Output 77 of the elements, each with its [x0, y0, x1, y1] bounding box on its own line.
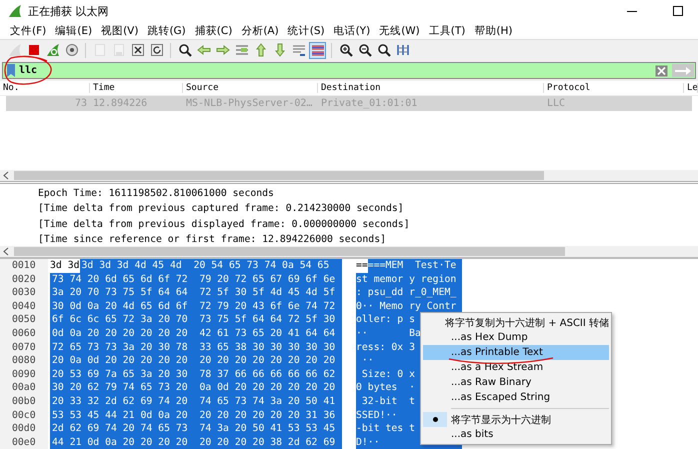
- context-menu-item[interactable]: ...as Escaped String: [423, 390, 609, 405]
- selected-hex-bytes[interactable]: 6f 6c 6c 65 72 3a 20 70 73 75 5f 64 64 72 5f 30: [50, 313, 342, 327]
- menu-item[interactable]: 捕获(C): [194, 24, 232, 38]
- column-header[interactable]: Le: [684, 83, 698, 93]
- context-menu-item[interactable]: ...as bits: [423, 427, 609, 442]
- hex-offset: 0020: [0, 272, 48, 286]
- selected-hex-bytes[interactable]: 0d 0a 20 20 20 20 20 20 42 61 73 65 20 41 64 64: [50, 326, 342, 341]
- column-header[interactable]: Source: [183, 83, 318, 93]
- hex-offset: 0010: [0, 259, 48, 273]
- reload-button[interactable]: [148, 42, 165, 58]
- selected-hex-bytes[interactable]: 53 53 45 44 21 0d 0a 20 20 20 20 20 20 20 31 36: [50, 408, 342, 422]
- window-title: 正在捕获 以太网: [28, 4, 108, 18]
- colorize-button[interactable]: [309, 42, 326, 58]
- hex-offset: 0040: [0, 300, 48, 314]
- detail-line[interactable]: [Time delta from previous displayed frame: 0.000000000 seconds]: [0, 216, 698, 232]
- horizontal-scrollbar[interactable]: [0, 170, 698, 181]
- horizontal-scrollbar[interactable]: [0, 246, 698, 259]
- selected-hex-bytes[interactable]: 2d 62 69 74 20 74 65 73 74 3a 20 50 41 53 53 45: [50, 422, 342, 436]
- close-button[interactable]: [129, 42, 146, 58]
- menu-item[interactable]: 视图(V): [101, 24, 138, 38]
- context-menu-item[interactable]: ...as Printable Text: [423, 345, 609, 360]
- ascii-text[interactable]: ==: [356, 259, 368, 273]
- menu-item[interactable]: 编辑(E): [55, 24, 92, 38]
- shark-fin-icon: [8, 4, 22, 18]
- hex-offset: 0090: [0, 368, 48, 382]
- selected-hex-bytes[interactable]: 30 20 62 79 74 65 73 20 0a 0d 20 20 20 20 20 20: [50, 381, 342, 395]
- menu-item[interactable]: 文件(F): [10, 24, 46, 38]
- zoomin-button[interactable]: [337, 42, 354, 58]
- context-menu-item[interactable]: 将字节显示为十六进制: [423, 412, 609, 427]
- selected-hex-bytes[interactable]: 73 74 20 6d 65 6d 6f 72 79 20 72 65 67 69 6f 6e: [50, 272, 342, 286]
- selected-hex-bytes[interactable]: 3a 20 70 73 75 5f 64 64 72 5f 30 5f 4d 45 4d 5f: [50, 286, 342, 300]
- restart-button[interactable]: [44, 42, 61, 58]
- hex-offset: 00c0: [0, 408, 48, 422]
- hex-offset: 0050: [0, 313, 48, 327]
- menu-item[interactable]: 帮助(H): [474, 24, 512, 38]
- context-menu-item[interactable]: ...as a Hex Stream: [423, 360, 609, 375]
- zoomout-button[interactable]: [356, 42, 373, 58]
- detail-line[interactable]: [Time since reference or first frame: 12.894226000 seconds]: [0, 232, 698, 246]
- display-filter-field[interactable]: llc: [2, 62, 696, 79]
- menu-item[interactable]: 统计(S): [288, 24, 325, 38]
- hex-offset: 0080: [0, 354, 48, 368]
- find-button[interactable]: [176, 42, 193, 58]
- hex-offset: 00a0: [0, 381, 48, 395]
- selected-ascii-text[interactable]: ===MEM Test·Te: [368, 259, 456, 273]
- selected-ascii-text[interactable]: ··: [356, 354, 374, 368]
- hex-offset: 00b0: [0, 394, 48, 409]
- menu-item[interactable]: 跳转(G): [147, 24, 186, 38]
- options-button[interactable]: [63, 42, 80, 58]
- hex-offset: 00d0: [0, 422, 48, 436]
- column-header[interactable]: No.: [0, 83, 90, 93]
- selected-hex-bytes[interactable]: 3d 3d 3d 4d 45 4d 20 54 65 73 74 0a 54 65: [80, 259, 342, 273]
- detail-line[interactable]: Epoch Time: 1611198502.810061000 seconds: [0, 186, 698, 202]
- selected-hex-bytes[interactable]: 30 0d 0a 20 4d 65 6d 6f 72 79 20 43 6f 6e 74 72: [50, 300, 342, 314]
- detail-line[interactable]: [Time delta from previous captured frame: 0.214230000 seconds]: [0, 201, 698, 217]
- clear-icon[interactable]: [655, 64, 668, 76]
- maximize-icon[interactable]: [673, 6, 683, 16]
- zoomreset-button[interactable]: [375, 42, 392, 58]
- menu-item[interactable]: 分析(A): [241, 24, 279, 38]
- selected-hex-bytes[interactable]: 20 0a 0d 20 20 20 20 20 20 20 20 20 20 20 20 20: [50, 354, 342, 368]
- hex-offset: 0060: [0, 326, 48, 341]
- hex-offset: 0070: [0, 340, 48, 354]
- column-header[interactable]: Destination: [318, 83, 544, 93]
- context-menu-item[interactable]: ...as Raw Binary: [423, 375, 609, 390]
- context-menu-item[interactable]: ...as Hex Dump: [423, 330, 609, 345]
- hex-offset: 0030: [0, 286, 48, 300]
- selected-hex-bytes[interactable]: 20 53 69 7a 65 3a 20 30 78 37 66 66 66 66 66 62: [50, 368, 342, 382]
- selected-hex-bytes[interactable]: 20 33 32 2d 62 69 74 20 74 65 73 74 3a 20 50 41: [50, 394, 342, 409]
- bookmark-icon[interactable]: [7, 64, 15, 77]
- context-menu-item[interactable]: 将字节复制为十六进制 + ASCII 转储: [423, 315, 609, 330]
- menu-item[interactable]: 无线(W): [379, 24, 420, 38]
- menu-item[interactable]: 工具(T): [428, 24, 466, 38]
- menu-item[interactable]: 电话(Y): [334, 24, 370, 38]
- column-header[interactable]: Protocol: [544, 83, 684, 93]
- selected-hex-bytes[interactable]: 44 21 0d 0a 20 20 20 20 20 20 20 20 38 2d 62 69: [50, 436, 342, 449]
- hex-offset: 00e0: [0, 436, 48, 449]
- selected-hex-bytes[interactable]: 72 65 73 73 3a 20 30 78 33 65 38 30 30 30 30 30: [50, 340, 342, 354]
- column-header[interactable]: Time: [90, 83, 183, 93]
